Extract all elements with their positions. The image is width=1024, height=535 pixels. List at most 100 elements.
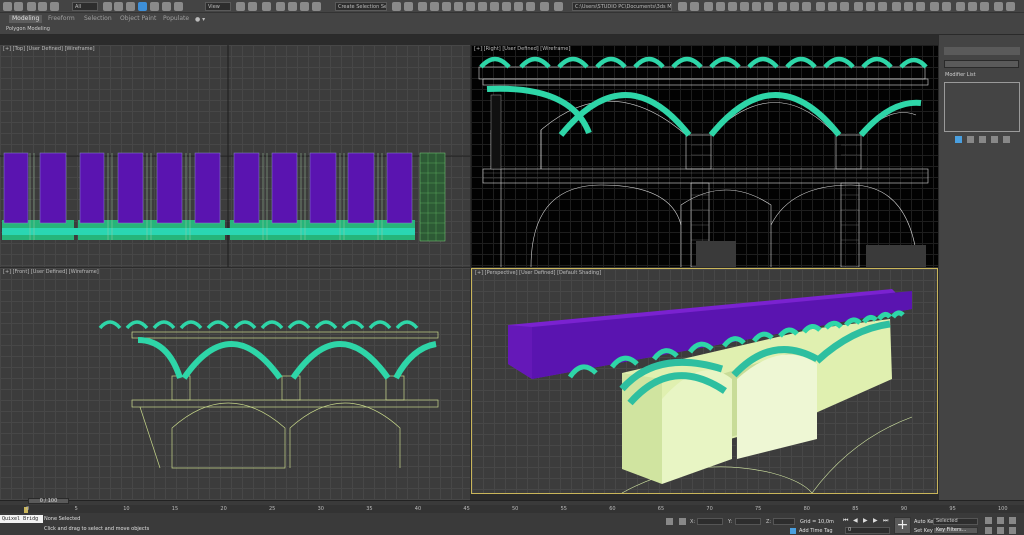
ui-tool-icon-23[interactable] [980,2,989,11]
ui-tool-icon-20[interactable] [942,2,951,11]
ui-tool-icon-25[interactable] [1006,2,1015,11]
render-iterative-icon[interactable] [526,2,535,11]
tab-modeling[interactable]: Modeling [9,15,43,23]
select-manipulate-icon[interactable] [248,2,257,11]
render-setup-icon[interactable] [490,2,499,11]
tab-selection[interactable]: Selection [81,15,115,23]
undo-icon[interactable] [3,2,12,11]
show-end-result-icon[interactable] [967,136,974,143]
add-time-tag[interactable]: Add Time Tag [799,528,833,534]
placement-icon[interactable] [174,2,183,11]
viewport-right-label[interactable]: [+] [Right] [User Defined] [Wireframe] [474,46,570,52]
rendered-frame-window-icon[interactable] [502,2,511,11]
configure-modifier-sets-icon[interactable] [1003,136,1010,143]
viewport-top[interactable]: [+] [Top] [User Defined] [Wireframe] [0,45,470,267]
bind-space-warp-icon[interactable] [50,2,59,11]
ui-tool-icon-11[interactable] [828,2,837,11]
align-icon[interactable] [404,2,413,11]
ribbon-sub-label[interactable]: Polygon Modeling [6,26,50,32]
isolate-icon[interactable] [666,518,673,525]
modifier-stack[interactable] [944,82,1020,132]
time-slider[interactable]: 0 / 100 [28,498,69,504]
current-frame-field[interactable]: 0 [845,527,890,534]
schematic-view-icon[interactable] [466,2,475,11]
named-selection-set-dropdown[interactable]: Create Selection Se [335,2,387,11]
viewport-perspective-label[interactable]: [+] [Perspective] [User Defined] [Defaul… [475,270,601,276]
spinner-snap-icon[interactable] [312,2,321,11]
ui-tool-icon-1[interactable] [704,2,713,11]
z-coordinate-field[interactable] [773,518,795,525]
ui-tool-icon-2[interactable] [716,2,725,11]
tab-populate[interactable]: Populate [160,15,192,23]
select-by-name-icon[interactable] [114,2,123,11]
render-production-icon[interactable] [514,2,523,11]
ui-tool-icon-21[interactable] [956,2,965,11]
ui-tool-icon-15[interactable] [878,2,887,11]
viewport-top-label[interactable]: [+] [Top] [User Defined] [Wireframe] [3,46,95,52]
percent-snap-icon[interactable] [300,2,309,11]
go-to-end-icon[interactable]: ⏭ [883,517,888,525]
ui-tool-icon-9[interactable] [802,2,811,11]
ui-tool-icon-14[interactable] [866,2,875,11]
key-mode-dropdown[interactable]: Selected [933,518,978,525]
rect-region-icon[interactable] [126,2,135,11]
keyboard-shortcut-icon[interactable] [262,2,271,11]
ribbon-toggle-icon[interactable] [442,2,451,11]
link-icon[interactable] [27,2,36,11]
ui-tool-icon-10[interactable] [816,2,825,11]
a360-gallery-icon[interactable] [554,2,563,11]
modifier-list-dropdown[interactable]: Modifier List [945,72,976,78]
viewport-right[interactable]: [+] [Right] [User Defined] [Wireframe] [471,45,938,267]
layer-explorer-icon[interactable] [430,2,439,11]
orbit-icon[interactable] [1009,527,1016,534]
project-path-dropdown[interactable]: C:\Users\STUDIO PC\Documents\3ds Max 202… [572,2,672,11]
field-of-view-icon[interactable] [985,527,992,534]
tab-object-paint[interactable]: Object Paint [117,15,159,23]
viewport-front-label[interactable]: [+] [Front] [User Defined] [Wireframe] [3,269,99,275]
zoom-icon[interactable] [985,517,992,524]
ui-tool-icon-7[interactable] [778,2,787,11]
ui-tool-icon-5[interactable] [752,2,761,11]
scene-explorer-icon[interactable] [418,2,427,11]
select-move-icon[interactable] [138,2,147,11]
select-object-icon[interactable] [103,2,112,11]
ui-tool-icon-4[interactable] [740,2,749,11]
viewport-perspective[interactable]: [+] [Perspective] [User Defined] [Defaul… [471,268,938,494]
zoom-all-icon[interactable] [997,517,1004,524]
material-editor-icon[interactable] [478,2,487,11]
y-coordinate-field[interactable] [735,518,761,525]
command-panel-tabs[interactable] [944,47,1020,55]
go-to-start-icon[interactable]: ⏮ [843,517,848,525]
ui-tool-icon-6[interactable] [764,2,773,11]
key-filters-button[interactable]: Key Filters... [933,527,978,534]
ui-tool-icon-16[interactable] [892,2,901,11]
lock-icon[interactable] [690,2,699,11]
time-tag-icon[interactable] [790,528,796,534]
ui-tool-icon-12[interactable] [840,2,849,11]
unlink-icon[interactable] [38,2,47,11]
tab-freeform[interactable]: Freeform [45,15,78,23]
x-coordinate-field[interactable] [697,518,723,525]
set-key-plus-icon[interactable]: + [894,517,911,534]
set-key-button[interactable]: Set Key [914,528,933,534]
previous-frame-icon[interactable]: ◀ [853,517,858,524]
pivot-icon[interactable] [236,2,245,11]
object-name-field[interactable] [944,60,1019,68]
snaps-toggle-icon[interactable] [276,2,285,11]
project-folder-icon[interactable] [678,2,687,11]
ui-tool-icon-22[interactable] [968,2,977,11]
selection-filter-dropdown[interactable]: All [72,2,98,11]
reference-coordinate-dropdown[interactable]: View [205,2,231,11]
viewport-front[interactable]: [+] [Front] [User Defined] [Wireframe] [0,268,470,500]
remove-modifier-icon[interactable] [991,136,998,143]
render-cloud-icon[interactable] [540,2,549,11]
mirror-icon[interactable] [392,2,401,11]
select-rotate-icon[interactable] [150,2,159,11]
zoom-extents-icon[interactable] [1009,517,1016,524]
ui-tool-icon-13[interactable] [854,2,863,11]
play-icon[interactable]: ▶ [863,517,868,524]
pan-view-icon[interactable] [997,527,1004,534]
ui-tool-icon-24[interactable] [994,2,1003,11]
ui-tool-icon-17[interactable] [904,2,913,11]
angle-snap-icon[interactable] [288,2,297,11]
